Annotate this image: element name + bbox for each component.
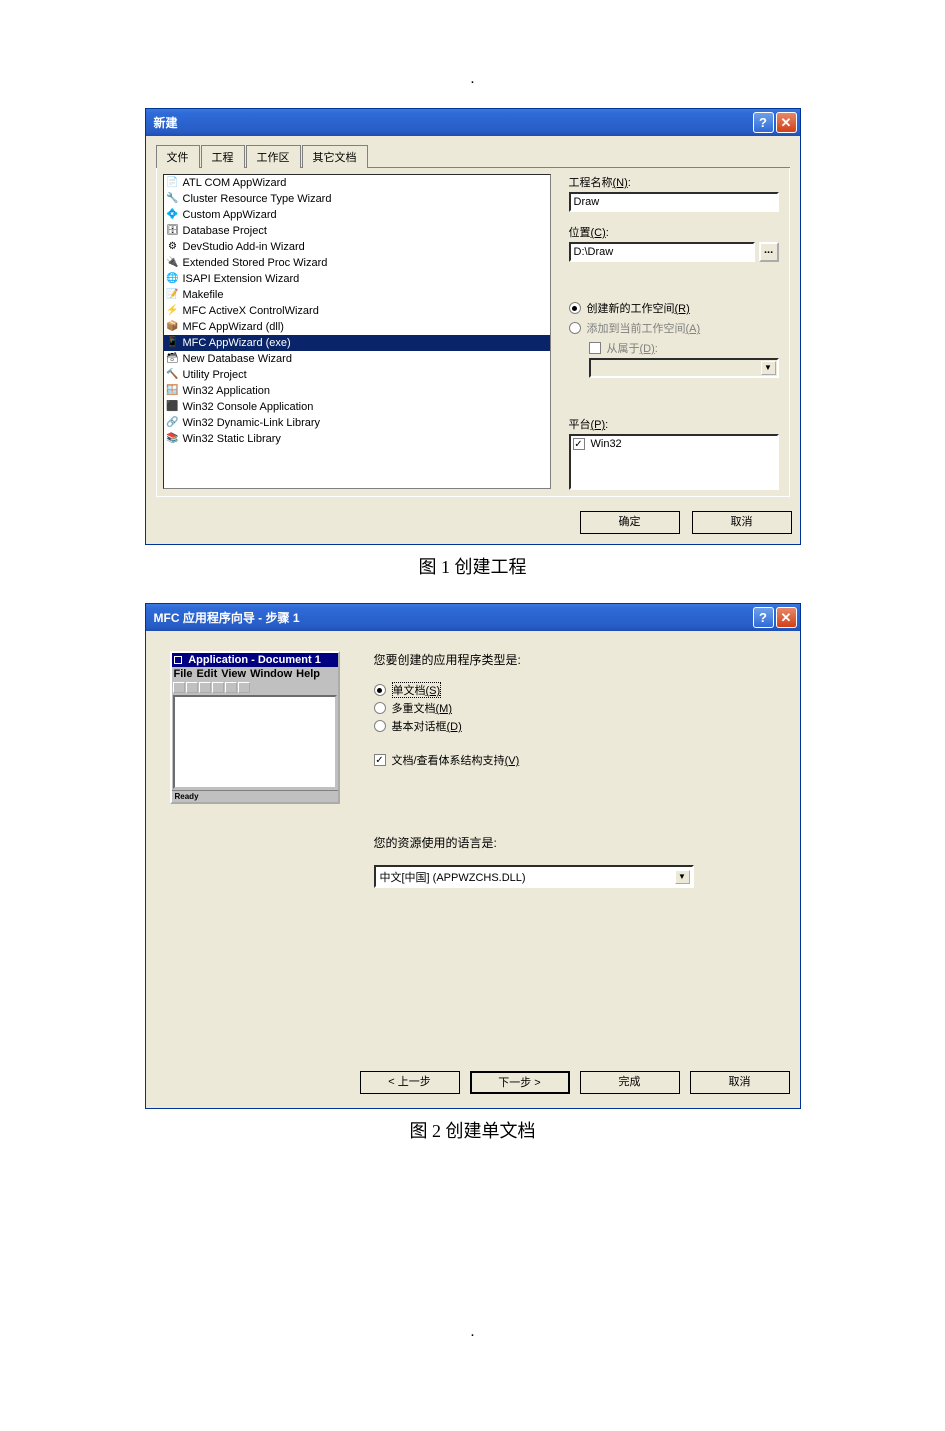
- cancel-button[interactable]: 取消: [692, 511, 792, 534]
- list-item[interactable]: 📚Win32 Static Library: [164, 431, 550, 447]
- project-type-icon: 📦: [166, 320, 180, 334]
- titlebar: MFC 应用程序向导 - 步骤 1 ? ✕: [146, 604, 800, 631]
- radio-multi-doc[interactable]: 多重文档(M): [374, 700, 776, 716]
- radio-single-doc[interactable]: 单文档(S): [374, 682, 776, 698]
- dependency-combo: ▼: [589, 358, 779, 378]
- list-item[interactable]: 💠Custom AppWizard: [164, 207, 550, 223]
- new-project-dialog: 新建 ? ✕ 文件 工程 工作区 其它文档 📄ATL COM AppWizard…: [145, 108, 801, 545]
- project-type-icon: 📚: [166, 432, 180, 446]
- radio-add-to-workspace: 添加到当前工作空间(A): [569, 320, 779, 336]
- page-dot-bottom: .: [64, 1323, 881, 1341]
- tab-other-docs[interactable]: 其它文档: [302, 145, 368, 168]
- dialog-title: 新建: [154, 114, 178, 131]
- list-item[interactable]: 🔨Utility Project: [164, 367, 550, 383]
- project-name-input[interactable]: [569, 192, 779, 212]
- list-item[interactable]: 🗃New Database Wizard: [164, 351, 550, 367]
- list-item[interactable]: 📱MFC AppWizard (exe): [164, 335, 550, 351]
- project-type-icon: ⚡: [166, 304, 180, 318]
- tab-workspaces[interactable]: 工作区: [246, 145, 301, 168]
- figure-1-caption: 图 1 创建工程: [64, 553, 881, 579]
- preview-pane: Application - Document 1 File Edit View …: [170, 651, 340, 1059]
- list-item[interactable]: 🪟Win32 Application: [164, 383, 550, 399]
- list-item[interactable]: 🔗Win32 Dynamic-Link Library: [164, 415, 550, 431]
- preview-status: Ready: [172, 790, 338, 802]
- project-type-icon: 🗃: [166, 352, 180, 366]
- figure-2-caption: 图 2 创建单文档: [64, 1117, 881, 1143]
- list-item[interactable]: 🔌Extended Stored Proc Wizard: [164, 255, 550, 271]
- list-item[interactable]: ⬛Win32 Console Application: [164, 399, 550, 415]
- preview-toolbar: [172, 681, 338, 694]
- radio-icon: [374, 702, 386, 714]
- chevron-down-icon: ▼: [761, 361, 776, 375]
- finish-button[interactable]: 完成: [580, 1071, 680, 1094]
- project-type-icon: 📄: [166, 176, 180, 190]
- radio-create-new-workspace[interactable]: 创建新的工作空间(R): [569, 300, 779, 316]
- project-type-icon: 📱: [166, 336, 180, 350]
- list-item[interactable]: ⚙DevStudio Add-in Wizard: [164, 239, 550, 255]
- project-type-icon: ⚙: [166, 240, 180, 254]
- browse-button[interactable]: ...: [759, 242, 779, 262]
- radio-icon: [374, 720, 386, 732]
- list-item[interactable]: 🌐ISAPI Extension Wizard: [164, 271, 550, 287]
- radio-dialog-based[interactable]: 基本对话框(D): [374, 718, 776, 734]
- language-value: 中文[中国] (APPWZCHS.DLL): [380, 869, 526, 885]
- preview-menu: File Edit View Window Help: [172, 667, 338, 681]
- preview-title: Application - Document 1: [188, 654, 321, 666]
- location-input[interactable]: [569, 242, 755, 262]
- help-icon[interactable]: ?: [753, 607, 774, 628]
- next-button[interactable]: 下一步 >: [470, 1071, 570, 1094]
- project-type-icon: 🔨: [166, 368, 180, 382]
- project-type-icon: 💠: [166, 208, 180, 222]
- project-type-icon: 🔧: [166, 192, 180, 206]
- app-type-question: 您要创建的应用程序类型是:: [374, 651, 776, 668]
- tab-projects[interactable]: 工程: [201, 145, 245, 168]
- close-icon[interactable]: ✕: [776, 607, 797, 628]
- project-type-icon: 🔗: [166, 416, 180, 430]
- list-item[interactable]: ⚡MFC ActiveX ControlWizard: [164, 303, 550, 319]
- language-combo[interactable]: 中文[中国] (APPWZCHS.DLL) ▼: [374, 865, 694, 888]
- list-item[interactable]: 📦MFC AppWizard (dll): [164, 319, 550, 335]
- platform-label: 平台(P):: [569, 416, 779, 432]
- radio-icon: [569, 302, 581, 314]
- radio-icon: [569, 322, 581, 334]
- mfc-wizard-dialog: MFC 应用程序向导 - 步骤 1 ? ✕ Application - Docu…: [145, 603, 801, 1109]
- checkbox-icon[interactable]: ✓: [573, 438, 585, 450]
- help-icon[interactable]: ?: [753, 112, 774, 133]
- project-type-icon: 🪟: [166, 384, 180, 398]
- tab-strip: 文件 工程 工作区 其它文档: [156, 144, 790, 168]
- project-type-icon: 🌐: [166, 272, 180, 286]
- ok-button[interactable]: 确定: [580, 511, 680, 534]
- close-icon[interactable]: ✕: [776, 112, 797, 133]
- dialog-title: MFC 应用程序向导 - 步骤 1: [154, 609, 300, 626]
- project-type-icon: ⬛: [166, 400, 180, 414]
- project-type-icon: 📝: [166, 288, 180, 302]
- chevron-down-icon[interactable]: ▼: [675, 870, 690, 884]
- project-type-list[interactable]: 📄ATL COM AppWizard🔧Cluster Resource Type…: [163, 174, 551, 489]
- checkbox-icon: ✓: [374, 754, 386, 766]
- platform-list[interactable]: ✓ Win32: [569, 434, 779, 490]
- checkbox-docview-support[interactable]: ✓ 文档/查看体系结构支持(V): [374, 752, 776, 768]
- cancel-button[interactable]: 取消: [690, 1071, 790, 1094]
- language-question: 您的资源使用的语言是:: [374, 834, 776, 851]
- titlebar: 新建 ? ✕: [146, 109, 800, 136]
- back-button[interactable]: < 上一步: [360, 1071, 460, 1094]
- location-label: 位置(C):: [569, 224, 779, 240]
- checkbox-icon: [589, 342, 601, 354]
- project-name-label: 工程名称(N):工程名称(N):: [569, 174, 779, 190]
- radio-icon: [374, 684, 386, 696]
- page-dot: .: [64, 70, 881, 88]
- list-item[interactable]: 📝Makefile: [164, 287, 550, 303]
- project-type-icon: 🗄: [166, 224, 180, 238]
- list-item[interactable]: 🔧Cluster Resource Type Wizard: [164, 191, 550, 207]
- tab-files[interactable]: 文件: [156, 145, 200, 168]
- list-item[interactable]: 🗄Database Project: [164, 223, 550, 239]
- platform-item: Win32: [591, 438, 622, 450]
- checkbox-dependency: 从属于(D):: [569, 340, 779, 356]
- list-item[interactable]: 📄ATL COM AppWizard: [164, 175, 550, 191]
- project-type-icon: 🔌: [166, 256, 180, 270]
